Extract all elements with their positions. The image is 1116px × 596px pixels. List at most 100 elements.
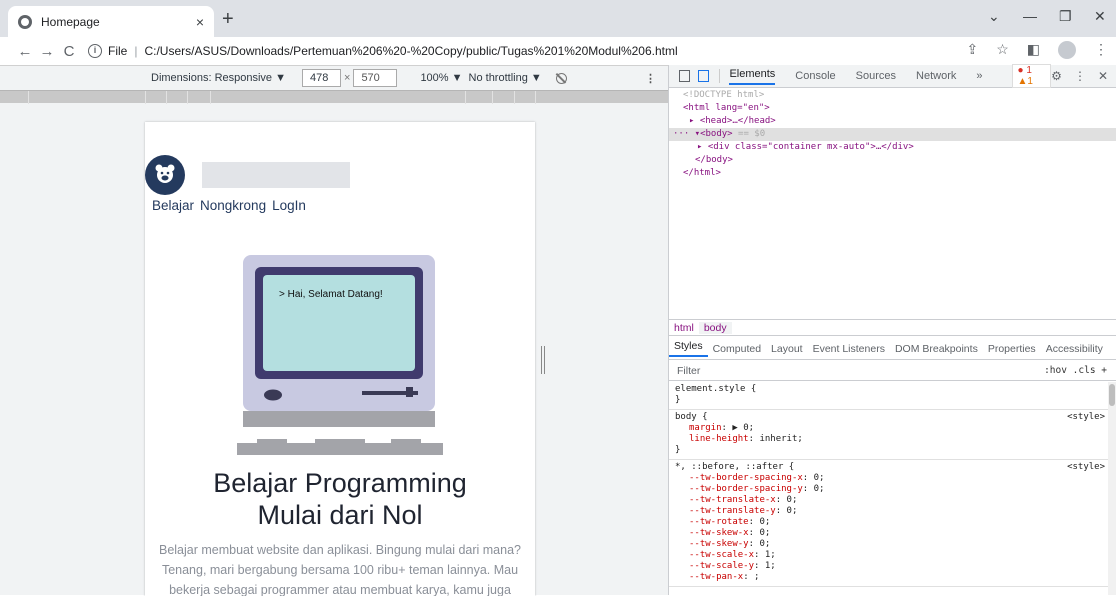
subtab-computed[interactable]: Computed [708, 343, 766, 355]
tab-elements[interactable]: Elements [729, 68, 776, 85]
css-property[interactable]: --tw-border-spacing-y: 0; [675, 484, 1101, 495]
css-rule-source[interactable]: <style> [1067, 412, 1105, 423]
tab-console[interactable]: Console [795, 70, 835, 82]
viewport-resize-handle[interactable] [541, 346, 545, 374]
tab-sources[interactable]: Sources [856, 70, 896, 82]
dom-container-div[interactable]: ▸ <div class="container mx-auto">…</div> [669, 141, 1116, 154]
styles-scrollbar[interactable] [1108, 382, 1116, 595]
css-property[interactable]: line-height: inherit; [675, 434, 1101, 445]
css-property[interactable]: --tw-translate-x: 0; [675, 495, 1101, 506]
nav-link-nongkrong[interactable]: Nongkrong [200, 198, 266, 213]
subtab-styles[interactable]: Styles [669, 340, 708, 357]
height-input[interactable]: 570 [353, 69, 398, 87]
css-property-value[interactable]: : ; [743, 572, 759, 582]
css-property-name[interactable]: --tw-scale-y [675, 561, 754, 571]
css-property-name[interactable]: --tw-translate-y [675, 506, 776, 516]
css-property-value[interactable]: : ▶ 0; [722, 423, 755, 433]
more-tabs-icon[interactable]: » [976, 70, 982, 82]
css-property-name[interactable]: --tw-border-spacing-x [675, 473, 803, 483]
devtools-menu-icon[interactable]: ⋮ [1074, 69, 1086, 83]
device-toggle-icon[interactable] [697, 70, 709, 82]
dom-html-close[interactable]: </html> [669, 167, 1116, 180]
css-property-value[interactable]: : 0; [749, 528, 771, 538]
css-property-value[interactable]: : 1; [754, 550, 776, 560]
subtab-event-listeners[interactable]: Event Listeners [808, 343, 890, 355]
tab-homepage[interactable]: Homepage × [8, 6, 214, 37]
css-property-name[interactable]: --tw-rotate [675, 517, 749, 527]
css-property[interactable]: --tw-pan-x: ; [675, 572, 1101, 583]
css-property-value[interactable]: : 0; [749, 517, 771, 527]
css-property-name[interactable]: --tw-skew-y [675, 539, 749, 549]
reload-icon[interactable]: C [58, 43, 80, 60]
subtab-dom-breakpoints[interactable]: DOM Breakpoints [890, 343, 983, 355]
css-property-value[interactable]: : 0; [749, 539, 771, 549]
rotate-icon[interactable] [555, 72, 567, 84]
throttling-dropdown[interactable]: No throttling ▼ [469, 72, 542, 84]
css-property-name[interactable]: --tw-border-spacing-y [675, 484, 803, 494]
dom-body-close[interactable]: </body> [669, 154, 1116, 167]
dom-doctype[interactable]: <!DOCTYPE html> [669, 89, 1116, 102]
css-property-value[interactable]: : 1; [754, 561, 776, 571]
width-input[interactable]: 478 [302, 69, 341, 87]
css-property-value[interactable]: : inherit; [749, 434, 803, 444]
subtab-accessibility[interactable]: Accessibility [1041, 343, 1108, 355]
media-query-ruler[interactable] [0, 90, 668, 104]
minimize-icon[interactable]: — [1023, 8, 1037, 24]
device-more-icon[interactable]: ⋮ [645, 72, 656, 85]
search-placeholder-box[interactable] [202, 162, 350, 188]
share-icon[interactable]: ⇪ [966, 41, 978, 59]
css-property[interactable]: --tw-skew-x: 0; [675, 528, 1101, 539]
sidepanel-icon[interactable]: ◧ [1027, 41, 1040, 59]
crumb-html[interactable]: html [669, 322, 699, 334]
css-property[interactable]: --tw-translate-y: 0; [675, 506, 1101, 517]
css-rule-source[interactable]: <style> [1067, 462, 1105, 473]
back-icon[interactable]: ← [14, 43, 36, 60]
css-property-name[interactable]: --tw-translate-x [675, 495, 776, 505]
css-property[interactable]: margin: ▶ 0; [675, 423, 1101, 434]
tab-network[interactable]: Network [916, 70, 956, 82]
issues-badge[interactable]: ● 1 ▲1 [1012, 64, 1052, 88]
dimensions-dropdown[interactable]: Dimensions: Responsive ▼ [151, 72, 286, 84]
profile-avatar-icon[interactable] [1058, 41, 1076, 59]
css-property-name[interactable]: --tw-scale-x [675, 550, 754, 560]
new-tab-button[interactable]: + [222, 8, 234, 31]
info-icon[interactable]: i [88, 44, 102, 58]
nav-link-belajar[interactable]: Belajar [152, 198, 194, 213]
css-property[interactable]: --tw-scale-x: 1; [675, 550, 1101, 561]
css-property-value[interactable]: : 0; [776, 495, 798, 505]
dom-html-open[interactable]: <html lang="en"> [669, 102, 1116, 115]
close-devtools-icon[interactable]: ✕ [1098, 69, 1108, 83]
css-selector[interactable]: *, ::before, ::after { [675, 462, 1101, 473]
zoom-dropdown[interactable]: 100% ▼ [420, 72, 462, 84]
css-selector[interactable]: element.style { [675, 384, 1101, 395]
css-property[interactable]: --tw-skew-y: 0; [675, 539, 1101, 550]
css-selector[interactable]: body { [675, 412, 1101, 423]
css-property-name[interactable]: --tw-skew-x [675, 528, 749, 538]
address-bar[interactable]: i File | C:/Users/ASUS/Downloads/Pertemu… [88, 39, 1048, 63]
bear-logo-icon[interactable] [145, 155, 185, 195]
restore-icon[interactable]: ❐ [1059, 8, 1072, 25]
css-rule[interactable]: element.style {} [669, 382, 1109, 410]
subtab-properties[interactable]: Properties [983, 343, 1041, 355]
subtab-layout[interactable]: Layout [766, 343, 808, 355]
settings-gear-icon[interactable]: ⚙ [1051, 69, 1062, 83]
css-property[interactable]: --tw-rotate: 0; [675, 517, 1101, 528]
dom-body-selected[interactable]: ··· ▾<body> == $0 [669, 128, 1116, 141]
css-rule[interactable]: *, ::before, ::after {<style> --tw-border… [669, 460, 1109, 587]
inspect-element-icon[interactable] [679, 70, 690, 82]
nav-link-login[interactable]: LogIn [272, 198, 306, 213]
tab-search-icon[interactable]: ⌄ [988, 8, 1000, 25]
forward-icon[interactable]: → [36, 43, 58, 60]
dom-head[interactable]: ▸ <head>…</head> [669, 115, 1116, 128]
css-rule[interactable]: body {<style> margin: ▶ 0; line-height: in… [669, 410, 1109, 460]
crumb-body[interactable]: body [698, 321, 732, 334]
bookmark-star-icon[interactable]: ☆ [996, 41, 1009, 59]
css-property-value[interactable]: : 0; [776, 506, 798, 516]
css-property-name[interactable]: margin [675, 423, 722, 433]
tab-close-icon[interactable]: × [196, 14, 204, 30]
close-window-icon[interactable]: ✕ [1094, 8, 1106, 25]
css-property-name[interactable]: --tw-pan-x [675, 572, 743, 582]
filter-options[interactable]: :hov .cls + [1044, 365, 1107, 376]
css-property[interactable]: --tw-scale-y: 1; [675, 561, 1101, 572]
css-property[interactable]: --tw-border-spacing-x: 0; [675, 473, 1101, 484]
